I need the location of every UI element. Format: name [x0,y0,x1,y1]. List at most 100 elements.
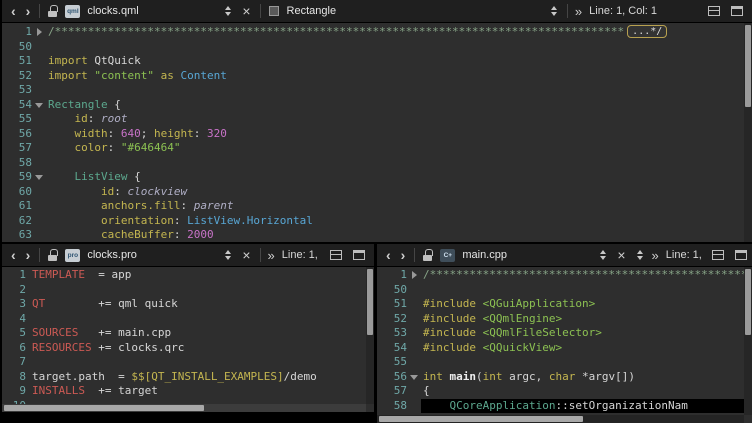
vertical-scrollbar[interactable] [744,23,752,242]
chevron-updown-icon[interactable] [637,250,643,260]
scrollbar-thumb[interactable] [745,25,751,107]
code-line[interactable]: 2 [2,283,366,298]
code-line[interactable]: 8target.path = $$[QT_INSTALL_EXAMPLES]/d… [2,370,366,385]
unlocked-padlock-icon[interactable] [48,5,58,17]
code-line[interactable]: 50 [377,283,744,298]
code-line[interactable]: 56 width: 640; height: 320 [2,127,744,142]
forward-button[interactable]: › [21,1,36,21]
code-line[interactable]: 58 [2,156,744,171]
close-document-button[interactable]: × [237,3,255,19]
pro-code-editor[interactable]: 1TEMPLATE = app23QT += qml quick45SOURCE… [2,268,366,412]
code-line[interactable]: 1/**************************************… [2,25,744,40]
scrollbar-thumb[interactable] [4,405,204,411]
fold-column [407,312,421,327]
chevron-updown-icon[interactable] [225,250,231,260]
cursor-position-label: Line: 1, Col: 1 [589,5,657,17]
split-editor-icon[interactable] [712,250,724,260]
code-line[interactable]: 55 id: root [2,112,744,127]
toolbar-separator [260,4,261,18]
code-line[interactable]: 55 [377,355,744,370]
close-document-button[interactable]: × [237,247,255,263]
code-line[interactable]: 56int main(int argc, char *argv[]) [377,370,744,385]
code-line[interactable]: 53#include <QQmlFileSelector> [377,326,744,341]
back-button[interactable]: ‹ [6,1,21,21]
unlocked-padlock-icon[interactable] [423,249,433,261]
code-line[interactable]: 6RESOURCES += clocks.qrc [2,341,366,356]
code-line[interactable]: 57{ [377,384,744,399]
code-text: orientation: ListView.Horizontal [46,214,744,229]
horizontal-scrollbar[interactable] [2,404,366,412]
split-editor-icon[interactable] [330,250,342,260]
back-button[interactable]: ‹ [381,245,396,265]
code-line[interactable]: 5SOURCES += main.cpp [2,326,366,341]
code-line[interactable]: 54Rectangle { [2,98,744,113]
code-text: SOURCES += main.cpp [30,326,366,341]
forward-button[interactable]: › [396,245,411,265]
folded-comment-pill[interactable]: ...*/ [627,25,667,38]
code-text [30,355,366,370]
line-number: 58 [377,399,407,414]
line-number: 50 [2,40,32,55]
fold-column [32,156,46,171]
qml-code-editor[interactable]: 1/**************************************… [2,25,744,242]
code-line[interactable]: 9INSTALLS += target [2,384,366,399]
code-line[interactable]: 4 [2,312,366,327]
fold-column [26,326,30,341]
code-text: color: "#646464" [46,141,744,156]
code-line[interactable]: 51#include <QGuiApplication> [377,297,744,312]
code-line[interactable]: 61 anchors.fill: parent [2,199,744,214]
code-line[interactable]: 52import "content" as Content [2,69,744,84]
open-document-dropdown[interactable]: clocks.pro [87,249,215,261]
code-line[interactable]: 62 orientation: ListView.Horizontal [2,214,744,229]
back-button[interactable]: ‹ [6,245,21,265]
fold-marker-icon[interactable] [32,98,46,113]
code-line[interactable]: 58 QCoreApplication::setOrganizationNam [377,399,744,414]
scrollbar-thumb[interactable] [367,269,373,335]
code-line[interactable]: 52#include <QQmlEngine> [377,312,744,327]
code-text: id: root [46,112,744,127]
fold-marker-icon[interactable] [32,25,46,40]
code-line[interactable]: 59 ListView { [2,170,744,185]
overflow-chevron-icon[interactable]: » [265,248,278,263]
code-text [46,156,744,171]
close-document-button[interactable]: × [612,247,630,263]
fold-marker-icon[interactable] [407,370,421,385]
overflow-chevron-icon[interactable]: » [572,4,585,19]
code-line[interactable]: 3QT += qml quick [2,297,366,312]
vertical-scrollbar[interactable] [744,267,752,415]
vertical-scrollbar[interactable] [366,267,374,404]
fold-marker-icon[interactable] [407,268,421,283]
symbol-dropdown[interactable]: Rectangle [287,5,337,17]
code-line[interactable]: 51import QtQuick [2,54,744,69]
code-line[interactable]: 1/**************************************… [377,268,744,283]
code-line[interactable]: 53 [2,83,744,98]
chevron-updown-icon[interactable] [551,6,557,16]
forward-button[interactable]: › [21,245,36,265]
pro-editor-pane: ‹ › pro clocks.pro × » Line: 1, 1TEMPLAT… [2,244,374,412]
code-line[interactable]: 60 id: clockview [2,185,744,200]
code-line[interactable]: 57 color: "#646464" [2,141,744,156]
close-split-icon[interactable] [731,6,743,16]
open-document-dropdown[interactable]: main.cpp [462,249,590,261]
cpp-code-editor[interactable]: 1/**************************************… [377,268,744,413]
code-line[interactable]: 54#include <QQuickView> [377,341,744,356]
code-text: Rectangle { [46,98,744,113]
unlocked-padlock-icon[interactable] [48,249,58,261]
chevron-updown-icon[interactable] [225,6,231,16]
code-line[interactable]: 1TEMPLATE = app [2,268,366,283]
scrollbar-thumb[interactable] [379,416,583,422]
line-number: 52 [2,69,32,84]
scrollbar-thumb[interactable] [745,269,751,335]
code-text: ListView { [46,170,744,185]
chevron-updown-icon[interactable] [600,250,606,260]
close-split-icon[interactable] [735,250,747,260]
close-split-icon[interactable] [353,250,365,260]
code-line[interactable]: 50 [2,40,744,55]
horizontal-scrollbar[interactable] [377,415,744,423]
open-document-dropdown[interactable]: clocks.qml [87,5,215,17]
code-line[interactable]: 63 cacheBuffer: 2000 [2,228,744,242]
overflow-chevron-icon[interactable]: » [649,248,662,263]
code-line[interactable]: 7 [2,355,366,370]
split-editor-icon[interactable] [708,6,720,16]
fold-marker-icon[interactable] [32,170,46,185]
